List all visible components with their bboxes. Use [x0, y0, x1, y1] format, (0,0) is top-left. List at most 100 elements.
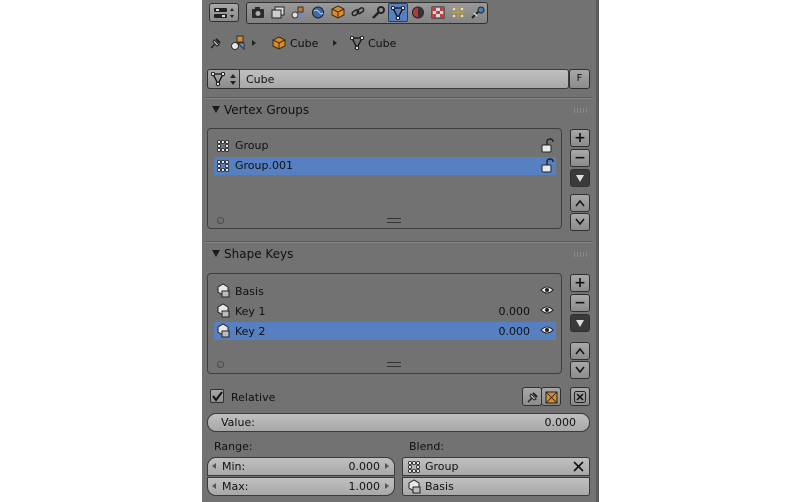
shape-key-value[interactable]: 0.000 [464, 325, 531, 339]
breadcrumb-arrow-icon [252, 40, 256, 46]
plus-icon: + [574, 275, 586, 291]
plus-icon: + [574, 130, 586, 146]
eye-icon[interactable] [540, 325, 554, 335]
wrench-icon [371, 6, 385, 19]
lock-open-icon[interactable] [540, 158, 554, 173]
object-cube-icon [331, 5, 345, 19]
tab-particles[interactable] [448, 3, 468, 22]
world-icon [311, 6, 325, 19]
clear-shape-key-button[interactable] [570, 387, 590, 406]
value-label: Value: [221, 416, 255, 429]
mesh-data-icon [211, 72, 225, 86]
increment-arrow-icon[interactable] [385, 463, 389, 469]
mesh-data-icon [391, 6, 405, 20]
shape-key-icon [216, 323, 231, 338]
tab-data[interactable] [388, 3, 408, 22]
list-resize-handle[interactable] [387, 362, 401, 367]
list-item-label: Group [235, 139, 269, 152]
shape-keys-title[interactable]: Shape Keys [224, 247, 293, 261]
range-label: Range: [214, 440, 253, 453]
checkmark-icon [212, 391, 223, 402]
remove-vertex-group-button[interactable]: − [570, 149, 590, 167]
camera-icon [251, 6, 265, 19]
updown-arrows-icon [229, 73, 237, 86]
increment-arrow-icon[interactable] [385, 483, 389, 489]
tab-physics[interactable] [468, 3, 488, 22]
panel-drag-grip-icon[interactable] [574, 252, 588, 257]
vertex-group-specials-menu[interactable] [570, 169, 590, 187]
range-max-value: 1.000 [348, 480, 381, 493]
close-icon[interactable] [573, 461, 584, 472]
vertex-group-icon [216, 139, 230, 153]
list-item[interactable]: Key 1 0.000 [214, 302, 556, 320]
tab-texture[interactable] [428, 3, 448, 22]
range-max-label: Max: [222, 480, 249, 493]
panel-edge [596, 0, 599, 502]
list-item[interactable]: Key 2 0.000 [214, 322, 556, 340]
shape-key-value[interactable]: 0.000 [464, 305, 531, 319]
list-item-label: Basis [235, 285, 264, 298]
shape-key-lock-button[interactable] [522, 387, 542, 406]
fake-user-button[interactable]: F [569, 69, 590, 89]
add-shape-key-button[interactable]: + [570, 274, 590, 292]
relative-checkbox[interactable] [210, 389, 224, 403]
move-shape-key-up-button[interactable] [570, 342, 590, 360]
dropdown-arrow-icon [575, 173, 585, 183]
pin-icon[interactable] [207, 36, 223, 52]
remove-shape-key-button[interactable]: − [570, 294, 590, 312]
tab-render[interactable] [248, 3, 268, 22]
tab-render-layers[interactable] [268, 3, 288, 22]
range-max-field[interactable]: Max: 1.000 [207, 477, 395, 496]
list-item-label: Key 2 [235, 325, 266, 338]
blend-group-name: Group [425, 460, 459, 473]
eye-icon[interactable] [540, 285, 554, 295]
add-vertex-group-button[interactable]: + [570, 129, 590, 147]
editor-type-selector[interactable] [209, 3, 239, 22]
vertex-groups-title[interactable]: Vertex Groups [224, 103, 309, 117]
move-shape-key-down-button[interactable] [570, 361, 590, 379]
collapse-triangle-icon[interactable] [212, 250, 220, 257]
list-filter-options-icon[interactable] [217, 361, 224, 368]
mesh-browse-button[interactable] [207, 69, 241, 89]
move-vertex-group-down-button[interactable] [570, 213, 590, 231]
breadcrumb-arrow-icon [333, 40, 337, 46]
collapse-triangle-icon[interactable] [212, 106, 220, 113]
constraint-link-icon [351, 6, 365, 19]
blend-relative-key-field[interactable]: Basis [402, 477, 590, 496]
range-min-label: Min: [222, 460, 246, 473]
lock-open-icon[interactable] [540, 138, 554, 153]
blend-basis-name: Basis [425, 480, 454, 493]
eye-icon[interactable] [540, 305, 554, 315]
dropdown-arrow-icon [575, 318, 585, 328]
list-item-label: Group.001 [235, 159, 293, 172]
particles-icon [451, 6, 465, 19]
tab-constraints[interactable] [348, 3, 368, 22]
list-item[interactable]: Basis [214, 282, 556, 300]
move-vertex-group-up-button[interactable] [570, 194, 590, 212]
decrement-arrow-icon[interactable] [212, 483, 216, 489]
decrement-arrow-icon[interactable] [212, 463, 216, 469]
scene-context-icon [230, 35, 246, 51]
tab-modifiers[interactable] [368, 3, 388, 22]
blend-vertex-group-field[interactable]: Group [402, 457, 590, 476]
list-item[interactable]: Group.001 [214, 157, 556, 175]
mesh-name-field[interactable]: Cube [239, 69, 569, 89]
tab-world[interactable] [308, 3, 328, 22]
relative-label[interactable]: Relative [231, 391, 275, 405]
list-item[interactable]: Group [214, 137, 556, 155]
scene-icon [291, 5, 305, 19]
list-resize-handle[interactable] [387, 218, 401, 223]
tab-material[interactable] [408, 3, 428, 22]
close-icon [574, 391, 586, 403]
list-item-label: Key 1 [235, 305, 266, 318]
panel-drag-grip-icon[interactable] [574, 108, 588, 113]
shape-key-icon [216, 283, 231, 298]
shape-key-value-slider[interactable]: Value: 0.000 [207, 413, 590, 432]
mesh-name-value: Cube [246, 73, 275, 86]
tab-scene[interactable] [288, 3, 308, 22]
tab-object[interactable] [328, 3, 348, 22]
shape-key-edit-mode-button[interactable] [541, 387, 561, 406]
list-filter-options-icon[interactable] [217, 217, 224, 224]
range-min-field[interactable]: Min: 0.000 [207, 457, 395, 476]
shape-key-specials-menu[interactable] [570, 314, 590, 332]
